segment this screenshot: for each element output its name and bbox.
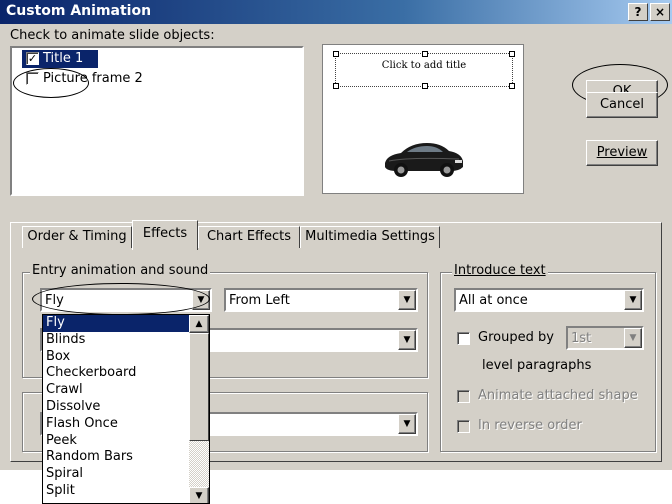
effect-option-fly[interactable]: Fly [43,315,189,332]
chevron-down-icon[interactable]: ▼ [398,330,416,350]
car-image [385,143,463,177]
window-title: Custom Animation [6,3,152,19]
slide-preview: Click to add title [322,44,524,194]
picture-frame-checkbox[interactable] [26,72,39,85]
direction-select[interactable]: From Left ▼ [224,288,418,312]
effect-options: Fly Blinds Box Checkerboard Crawl Dissolve Fla… [43,315,189,503]
level-paragraphs-label: level paragraphs [482,358,592,373]
list-item-label: Title 1 [43,51,84,66]
scrollbar-thumb[interactable] [189,333,209,441]
chevron-down-icon[interactable]: ▼ [398,414,416,434]
placeholder-text: Click to add title [381,60,467,71]
effect-select[interactable]: Fly ▼ [40,288,212,312]
effect-option-peek[interactable]: Peek [43,433,189,450]
list-item-title-1[interactable]: ✓ Title 1 [22,50,98,68]
slide-objects-list: ✓ Title 1 Picture frame 2 [10,46,304,196]
effect-option-random-bars[interactable]: Random Bars [43,449,189,466]
effect-option-crawl[interactable]: Crawl [43,382,189,399]
animate-attached-shape-checkbox[interactable] [457,390,470,403]
list-item-picture-frame-2[interactable]: Picture frame 2 [22,70,172,88]
preview-button[interactable]: Preview [586,140,658,166]
cancel-button[interactable]: Cancel [586,92,658,118]
dropdown-scrollbar[interactable]: ▲ ▼ [189,315,209,503]
chevron-down-icon[interactable]: ▼ [192,290,210,310]
effect-option-checkerboard[interactable]: Checkerboard [43,365,189,382]
scroll-down-icon[interactable]: ▼ [189,487,209,503]
check-icon: ✓ [27,52,38,65]
tab-multimedia-settings[interactable]: Multimedia Settings [300,226,440,248]
effect-option-flash-once[interactable]: Flash Once [43,416,189,433]
custom-animation-dialog: Custom Animation ? × Check to animate sl… [0,0,672,504]
introduce-text-select[interactable]: All at once ▼ [454,288,644,312]
chevron-down-icon[interactable]: ▼ [624,328,642,348]
grouped-by-level-select[interactable]: 1st ▼ [566,326,644,350]
preview-button-label: Preview [596,145,648,160]
close-button[interactable]: × [650,3,670,21]
chevron-down-icon[interactable]: ▼ [398,290,416,310]
introduce-group-label: Introduce text [452,263,548,278]
effect-option-box[interactable]: Box [43,349,189,366]
title-placeholder: Click to add title [333,51,515,89]
effect-dropdown-list: Fly Blinds Box Checkerboard Crawl Dissolve Fla… [42,314,210,504]
entry-group-label: Entry animation and sound [30,263,211,278]
tab-effects[interactable]: Effects [132,220,198,250]
effect-option-dissolve[interactable]: Dissolve [43,399,189,416]
effect-select-value: Fly [45,293,64,308]
reverse-order-checkbox[interactable] [457,420,470,433]
effect-option-spiral[interactable]: Spiral [43,466,189,483]
animate-attached-shape-label: Animate attached shape [478,388,638,403]
help-button[interactable]: ? [628,3,648,21]
grouped-by-checkbox[interactable] [457,332,470,345]
tab-order-timing[interactable]: Order & Timing [22,226,132,248]
chevron-down-icon[interactable]: ▼ [624,290,642,310]
scroll-up-icon[interactable]: ▲ [189,315,209,333]
effect-option-blinds[interactable]: Blinds [43,332,189,349]
title-1-checkbox[interactable]: ✓ [26,52,39,65]
list-item-label: Picture frame 2 [43,71,143,86]
direction-select-value: From Left [229,293,290,308]
title-bar: Custom Animation ? × [0,0,672,24]
grouped-by-level-value: 1st [571,331,592,346]
tab-chart-effects[interactable]: Chart Effects [198,226,300,248]
reverse-order-label: In reverse order [478,418,582,433]
grouped-by-label: Grouped by [478,330,554,345]
effect-option-split[interactable]: Split [43,483,189,500]
introduce-text-value: All at once [459,293,528,308]
objects-label: Check to animate slide objects: [10,28,215,43]
